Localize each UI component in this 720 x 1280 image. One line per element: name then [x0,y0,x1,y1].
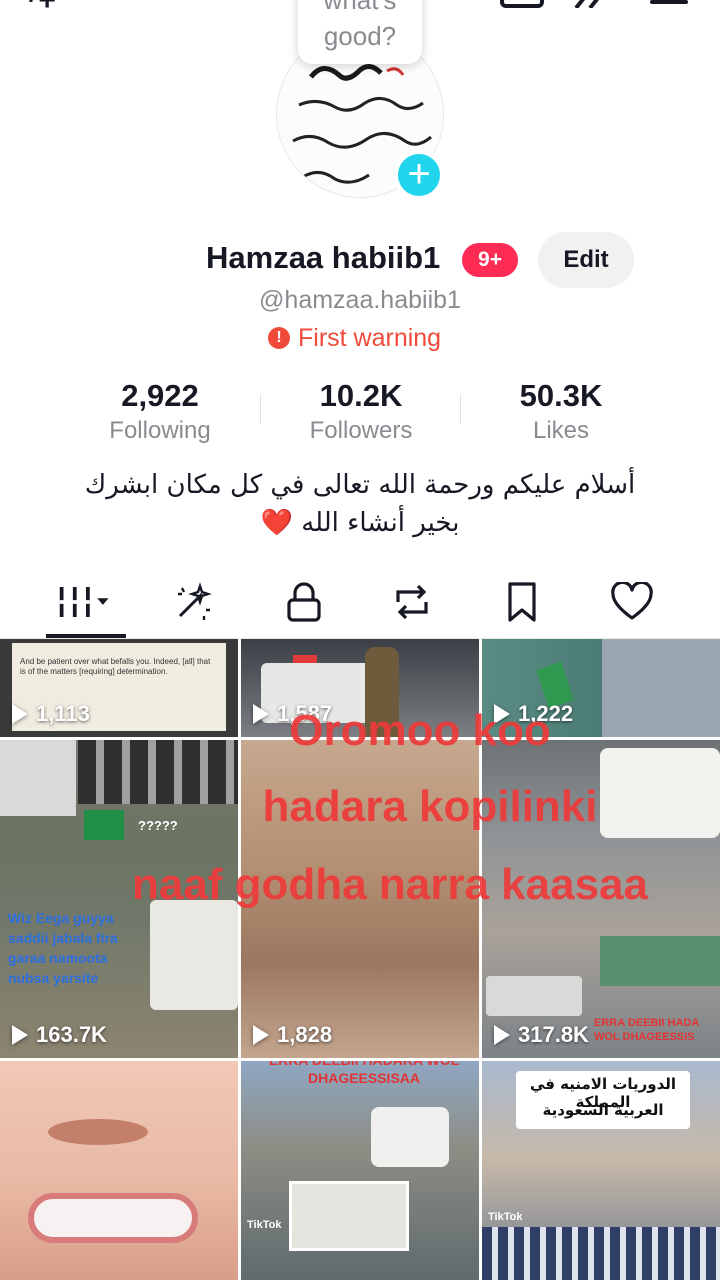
add-story-button[interactable]: + [394,150,444,200]
thumb-siren [293,655,317,663]
play-icon [253,1025,269,1045]
stat-label: Likes [532,417,590,444]
status-bubble[interactable]: what's good? [298,0,422,64]
tab-reposts[interactable] [382,576,442,628]
play-icon [12,1025,28,1045]
tab-liked[interactable] [602,576,662,628]
tile-caption: ERRA DEEBII HADARA WOL DHAGEESSISAA [269,1061,459,1086]
thumb-hills [600,936,720,986]
overlay-text-line: Oromoo koo [289,706,551,755]
play-icon [494,1025,510,1045]
thumb-fleet [482,1227,720,1280]
overlay-text-line: naaf godha narra kaasaa [131,860,648,909]
video-tile[interactable] [0,1061,238,1280]
footprint-icon[interactable] [572,0,612,10]
warning-icon: ! [268,327,290,349]
profile-name: Hamzaa habiib1 [206,240,441,275]
heart-icon [611,582,653,620]
stat-likes[interactable]: 50.3K Likes [461,378,661,448]
tile-caption: ERRA DEEBII HADA WOL DHAGEESSIS [594,1017,699,1043]
content-tabs [0,576,720,638]
bio-line: أسلام عليكم ورحمة الله تعالى في كل مكان … [84,470,636,500]
bubble-text: what's good? [323,0,397,51]
thumb-mouth [28,1193,198,1243]
stat-followers[interactable]: 10.2K Followers [261,378,461,448]
warning-label: First warning [298,323,442,352]
tiktok-watermark: TikTok [247,1219,282,1231]
view-count: 1,828 [253,1022,332,1048]
sparkle-icon [178,582,212,620]
bio-line-text: بخير أنشاء الله [301,508,460,538]
grid-icon [59,587,109,617]
video-grid: And be patient over what befalls you. In… [0,639,720,1280]
tab-sparkle[interactable] [164,576,224,628]
view-count-label: 1,113 [36,701,90,726]
add-friend-icon[interactable]: ⁷+ [26,0,56,18]
thumb-patrol-car [371,1107,449,1167]
stat-following[interactable]: 2,922 Following [60,378,260,448]
edit-profile-button[interactable]: Edit [538,232,634,288]
stat-value: 50.3K [519,378,603,413]
video-tile[interactable]: الدوريات الامنيه في المملكة العربية السع… [482,1061,720,1280]
menu-icon[interactable] [650,0,688,8]
notification-badge[interactable]: 9+ [462,243,518,277]
play-icon [12,704,28,724]
tab-private[interactable] [274,576,334,628]
heart-emoji: ❤️ [260,508,293,538]
profile-handle: @hamzaa.habiib1 [259,286,461,314]
stat-label: Followers [309,417,413,444]
view-count: 317.8K [494,1022,589,1048]
overlay-text-line: hadara kopilinki [262,782,598,831]
stat-value: 2,922 [121,378,199,413]
warning-link[interactable]: ! First warning [268,322,441,354]
bio-line-2: بخير أنشاء الله ❤️ [40,504,680,542]
creator-tools-icon[interactable] [500,0,544,8]
quote-text: And be patient over what befalls you. In… [20,657,211,676]
thumb-convoy [486,976,582,1016]
thumb-inset-photo [289,1181,409,1251]
thumb-caption-box: الدوريات الامنيه في المملكة العربية السع… [516,1071,690,1129]
view-count: 163.7K [12,1022,107,1048]
thumb-people [0,740,76,816]
video-tile[interactable]: ERRA DEEBII HADARA WOL DHAGEESSISAA TikT… [241,1061,479,1280]
tile-caption: Wiz Eega guyya saddii jabala fira garaa … [8,910,118,986]
view-count-label: 317.8K [518,1022,589,1047]
profile-screen: ⁷+ what's good? + Hamzaa habiib1 9+ Edit… [0,0,720,1280]
view-count-label: 163.7K [36,1022,107,1047]
tile-caption-2: العربية السعودية [542,1101,664,1119]
tab-favorites[interactable] [492,576,552,628]
view-count-label: 1,828 [277,1022,333,1047]
bookmark-icon [508,582,536,622]
stat-label: Following [109,417,211,444]
tab-videos[interactable] [56,576,116,628]
thumb-saudi-flag [84,810,124,840]
tiktok-watermark: TikTok [488,1211,523,1223]
repost-icon [396,584,428,620]
stat-value: 10.2K [319,378,403,413]
profile-bio: أسلام عليكم ورحمة الله تعالى في كل مكان … [40,466,680,542]
thumb-nose [48,1119,148,1145]
lock-icon [287,582,321,622]
view-count: 1,113 [12,701,90,727]
